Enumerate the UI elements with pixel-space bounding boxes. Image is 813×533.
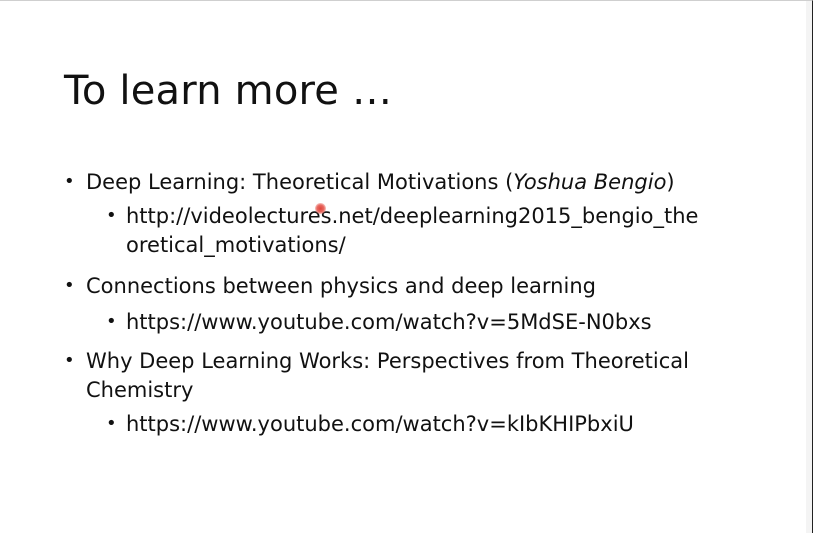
list-item-text: Deep Learning: Theoretical Motivations ( xyxy=(86,170,514,194)
sub-bullet-icon: • xyxy=(106,413,117,434)
bullet-icon: • xyxy=(64,171,75,192)
pointer-cursor-icon xyxy=(315,203,326,214)
slide: To learn more … • Deep Learning: Theoret… xyxy=(0,0,813,533)
list-item-chemistry-line1: Why Deep Learning Works: Perspectives fr… xyxy=(86,349,690,373)
link-chemistry[interactable]: https://www.youtube.com/watch?v=kIbKHIPb… xyxy=(126,409,634,439)
bullet-icon: • xyxy=(64,350,75,371)
link-bengio-line1[interactable]: http://videolectures.net/deeplearning201… xyxy=(126,201,698,231)
bullet-list: • Deep Learning: Theoretical Motivations… xyxy=(0,1,813,533)
sub-bullet-icon: • xyxy=(106,311,117,332)
list-item-bengio: Deep Learning: Theoretical Motivations (… xyxy=(86,167,675,197)
link-physics[interactable]: https://www.youtube.com/watch?v=5MdSE-N0… xyxy=(126,307,652,337)
sub-bullet-icon: • xyxy=(106,205,117,226)
list-item-chemistry-line2: Chemistry xyxy=(86,378,194,402)
author-name: Yoshua Bengio xyxy=(513,170,667,194)
list-item-text-close: ) xyxy=(666,170,675,194)
list-item-physics: Connections between physics and deep lea… xyxy=(86,274,596,298)
link-bengio-line2[interactable]: oretical_motivations/ xyxy=(126,230,346,260)
bullet-icon: • xyxy=(64,275,75,296)
